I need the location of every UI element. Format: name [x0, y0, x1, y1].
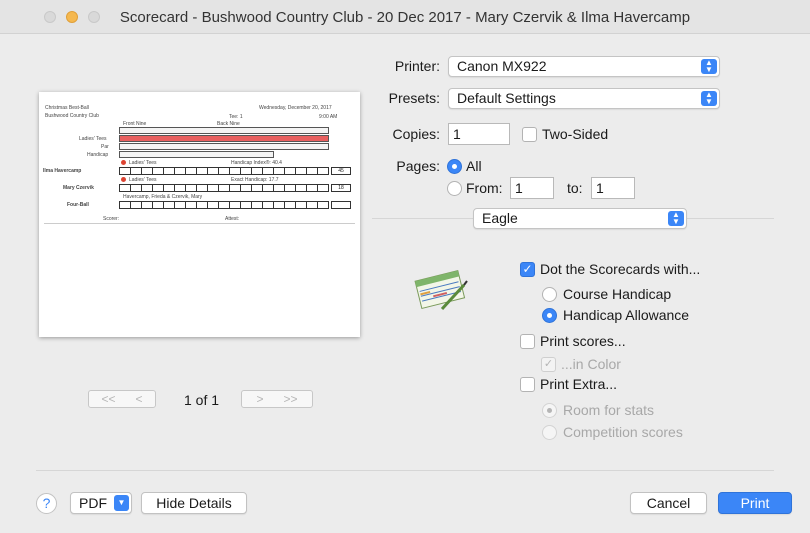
- competition-scores-radio[interactable]: [542, 425, 557, 440]
- first-prev-page-button[interactable]: << <: [88, 390, 156, 408]
- handicap-allowance-label: Handicap Allowance: [563, 307, 690, 323]
- preview-dot: [121, 160, 126, 165]
- preview-fourball: Four-Ball: [67, 202, 89, 208]
- printer-value: Canon MX922: [457, 58, 547, 74]
- presets-popup[interactable]: Default Settings ▲ ▼: [448, 88, 720, 109]
- printer-label: Printer:: [394, 58, 440, 74]
- preview-hole-row: [119, 127, 329, 134]
- pages-all-radio[interactable]: [447, 159, 462, 174]
- course-handicap-label: Course Handicap: [563, 286, 672, 302]
- room-for-stats-label: Room for stats: [563, 402, 655, 418]
- print-scores-checkbox[interactable]: [520, 334, 535, 349]
- print-preview: Christmas Best-Ball Bushwood Country Clu…: [39, 92, 360, 337]
- print-button[interactable]: Print: [718, 492, 792, 514]
- help-button[interactable]: ?: [36, 493, 57, 514]
- popup-arrows-icon: ▲ ▼: [701, 91, 717, 106]
- preview-row-par: Par: [101, 144, 109, 150]
- preview-event: Christmas Best-Ball: [45, 105, 89, 111]
- pages-from-radio[interactable]: [447, 181, 462, 196]
- preview-handicap-row: [119, 151, 274, 158]
- app-options-value: Eagle: [482, 210, 518, 226]
- handicap-allowance-radio[interactable]: [542, 308, 557, 323]
- preview-par-row: [119, 143, 329, 150]
- first-page-icon: <<: [101, 392, 116, 406]
- preview-dot: [121, 177, 126, 182]
- preview-p1-handicap: Handicap Index®: 40.4: [231, 160, 282, 166]
- preview-scorer: Scorer:: [103, 216, 120, 222]
- window-title: Scorecard - Bushwood Country Club - 20 D…: [119, 9, 691, 26]
- prev-page-icon: <: [135, 392, 143, 406]
- pages-all-label: All: [466, 158, 482, 174]
- copies-field[interactable]: 1: [448, 123, 510, 145]
- footer-separator: [36, 470, 774, 471]
- preview-fourball-score: [331, 201, 351, 209]
- preview-p1-scorebox: [119, 167, 329, 175]
- title-bar: Scorecard - Bushwood Country Club - 20 D…: [0, 0, 810, 34]
- next-last-page-button[interactable]: > >>: [241, 390, 313, 408]
- pdf-label: PDF: [79, 495, 107, 511]
- print-dialog: Scorecard - Bushwood Country Club - 20 D…: [0, 0, 810, 533]
- pages-label: Pages:: [396, 158, 440, 174]
- preview-p1-score: 45: [331, 167, 351, 175]
- page-indicator: 1 of 1: [184, 392, 220, 408]
- in-color-label: ...in Color: [561, 356, 621, 372]
- preview-player2: Mary Czervik: [63, 185, 94, 191]
- preview-row-handicap: Handicap: [87, 152, 109, 158]
- preview-tees-row: [119, 135, 329, 142]
- preview-p2-handicap: Exact Handicap: 17.7: [231, 177, 279, 183]
- course-handicap-radio[interactable]: [542, 287, 557, 302]
- print-scores-label: Print scores...: [540, 333, 626, 349]
- preview-tee: Tee: 1: [229, 114, 243, 120]
- competition-scores-label: Competition scores: [563, 424, 683, 440]
- copies-label: Copies:: [392, 126, 440, 142]
- app-options-popup[interactable]: Eagle ▲ ▼: [473, 208, 687, 229]
- two-sided-checkbox[interactable]: [522, 127, 537, 142]
- last-page-icon: >>: [283, 392, 298, 406]
- print-extra-label: Print Extra...: [540, 376, 618, 392]
- preview-attest: Attest:: [225, 216, 240, 222]
- pages-from-field[interactable]: 1: [510, 177, 554, 199]
- popup-arrows-icon: ▲ ▼: [701, 59, 717, 74]
- pdf-menu-button[interactable]: PDF ▼: [70, 492, 132, 514]
- preview-fourball-scorebox: [119, 201, 329, 209]
- preview-club: Bushwood Country Club: [45, 113, 99, 119]
- preview-player1: Ilma Havercamp: [43, 168, 82, 174]
- preview-signature-line: [44, 223, 355, 224]
- preview-p2-score: 18: [331, 184, 351, 192]
- preview-row-tees: Ladies' Tees: [79, 136, 107, 142]
- next-page-icon: >: [256, 392, 264, 406]
- dot-scorecards-label: Dot the Scorecards with...: [540, 261, 701, 277]
- pages-to-field[interactable]: 1: [591, 177, 635, 199]
- room-for-stats-radio[interactable]: [542, 403, 557, 418]
- cancel-button[interactable]: Cancel: [630, 492, 707, 514]
- preview-p2-tees: Ladies' Tees: [129, 177, 157, 183]
- hide-details-button[interactable]: Hide Details: [141, 492, 247, 514]
- preview-p2-scorebox: [119, 184, 329, 192]
- two-sided-label: Two-Sided: [542, 126, 609, 142]
- pages-to-label: to:: [567, 180, 583, 196]
- in-color-checkbox[interactable]: ✓: [541, 357, 556, 372]
- popup-arrows-icon: ▲ ▼: [668, 211, 684, 226]
- preview-date: Wednesday, December 20, 2017: [259, 105, 332, 111]
- preview-fourball-names: Havercamp, Frieda & Czervik, Mary: [123, 194, 203, 200]
- chevron-down-icon: ▼: [114, 495, 129, 511]
- printer-popup[interactable]: Canon MX922 ▲ ▼: [448, 56, 720, 77]
- preview-time: 9:00 AM: [319, 114, 338, 120]
- scorecard-app-icon: [414, 270, 468, 311]
- dot-scorecards-checkbox[interactable]: ✓: [520, 262, 535, 277]
- presets-value: Default Settings: [457, 90, 556, 106]
- preview-p1-tees: Ladies' Tees: [129, 160, 157, 166]
- presets-label: Presets:: [388, 90, 440, 106]
- pages-from-label: From:: [466, 180, 503, 196]
- print-extra-checkbox[interactable]: [520, 377, 535, 392]
